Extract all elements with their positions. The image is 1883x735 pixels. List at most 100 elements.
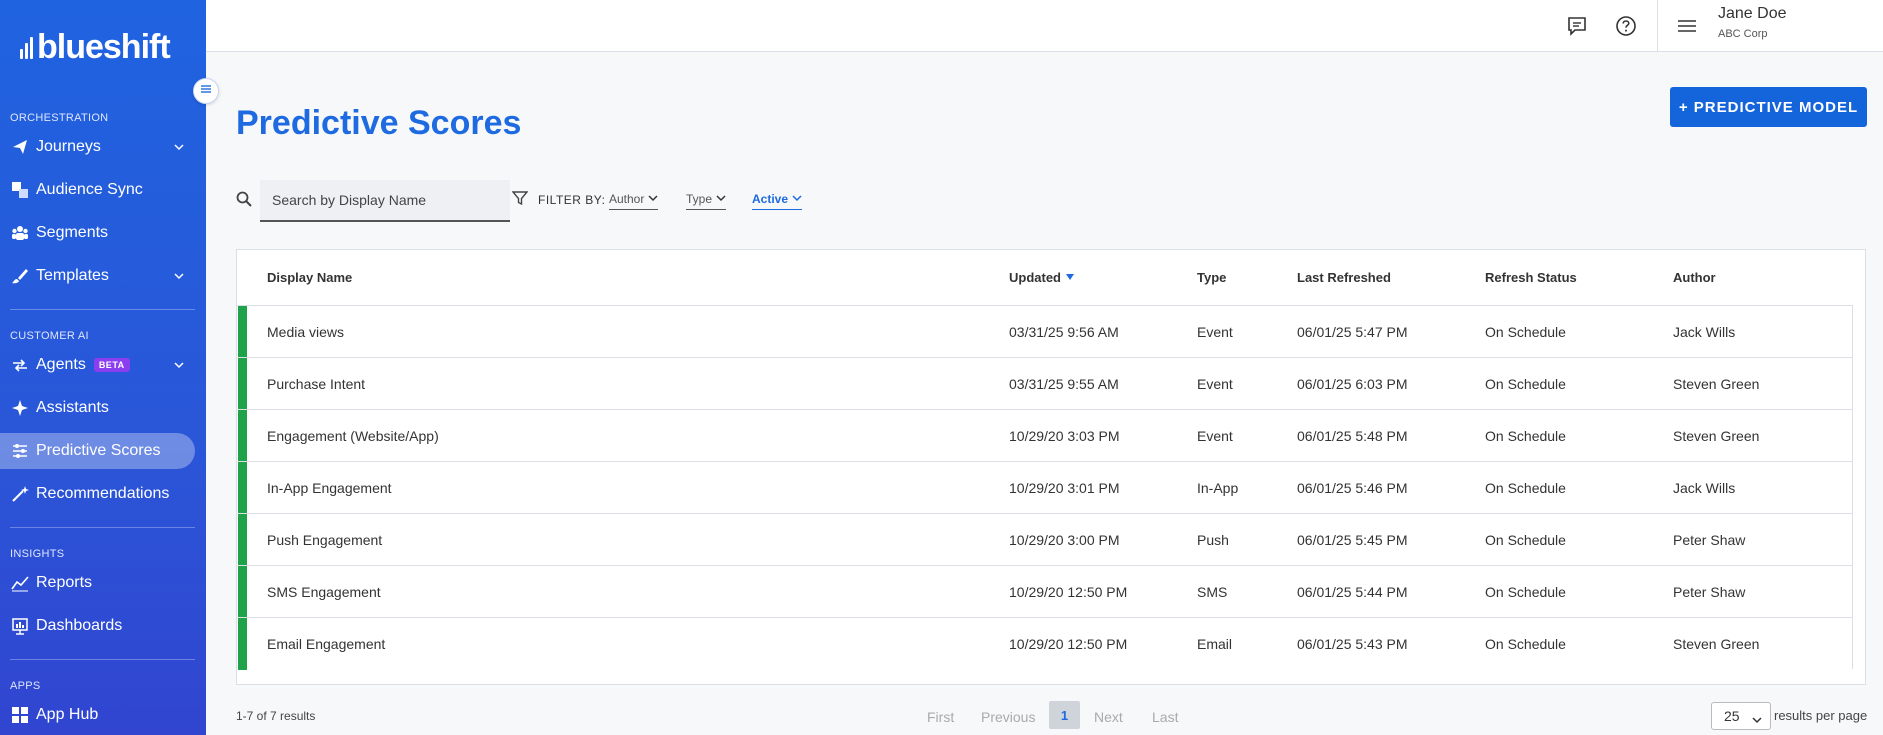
audience-sync-icon	[10, 180, 30, 200]
cell-display-name[interactable]: Engagement (Website/App)	[267, 428, 439, 444]
cell-type: In-App	[1197, 480, 1239, 496]
chevron-down-icon[interactable]	[173, 269, 185, 287]
sparkle-icon	[10, 398, 30, 418]
sidebar-item-predictive-scores[interactable]: Predictive Scores	[0, 433, 195, 469]
per-page-value: 25	[1724, 708, 1740, 724]
column-header-updated[interactable]: Updated	[1009, 270, 1075, 285]
pager-next[interactable]: Next	[1094, 709, 1123, 725]
hamburger-menu-icon[interactable]	[1674, 13, 1700, 39]
cell-last-refreshed: 06/01/25 5:44 PM	[1297, 584, 1408, 600]
menu-lines-icon	[199, 82, 213, 101]
cell-type: SMS	[1197, 584, 1228, 600]
pager-current-page[interactable]: 1	[1049, 701, 1080, 729]
cell-refresh-status: On Schedule	[1485, 428, 1566, 444]
page-title: Predictive Scores	[236, 104, 522, 142]
cell-display-name[interactable]: Media views	[267, 324, 344, 340]
section-customer-ai: CUSTOMER AI	[10, 330, 89, 342]
author-filter-dropdown[interactable]: Author	[609, 192, 659, 210]
brand-logo[interactable]: blueshift	[20, 30, 171, 64]
cell-type: Email	[1197, 636, 1233, 652]
status-indicator	[238, 462, 247, 514]
sidebar-item-recommendations[interactable]: Recommendations	[0, 476, 195, 512]
cell-type: Event	[1197, 376, 1233, 392]
sidebar-item-templates[interactable]: Templates	[0, 258, 195, 294]
beta-badge: BETA	[93, 358, 130, 372]
sidebar-item-label: Predictive Scores	[36, 442, 161, 459]
cell-display-name[interactable]: Push Engagement	[267, 532, 382, 548]
brush-icon	[10, 266, 30, 286]
sidebar-item-dashboards[interactable]: Dashboards	[0, 608, 195, 644]
type-filter-dropdown[interactable]: Type	[686, 192, 727, 210]
column-header-author[interactable]: Author	[1673, 270, 1716, 285]
filter-icon	[511, 190, 529, 211]
predictive-scores-table: Display Name Updated Type Last Refreshed…	[236, 249, 1866, 685]
table-row[interactable]: Push Engagement 10/29/20 3:00 PM Push 06…	[237, 513, 1853, 566]
cell-author: Jack Wills	[1673, 324, 1736, 340]
search-icon	[236, 191, 252, 212]
status-indicator	[238, 514, 247, 566]
status-indicator	[238, 566, 247, 618]
status-indicator	[238, 306, 247, 358]
pager-first[interactable]: First	[927, 709, 954, 725]
cell-updated: 03/31/25 9:55 AM	[1009, 376, 1119, 392]
cell-refresh-status: On Schedule	[1485, 376, 1566, 392]
cell-type: Push	[1197, 532, 1229, 548]
cell-refresh-status: On Schedule	[1485, 584, 1566, 600]
sidebar-item-assistants[interactable]: Assistants	[0, 390, 195, 426]
section-orchestration: ORCHESTRATION	[10, 112, 109, 124]
cell-display-name[interactable]: SMS Engagement	[267, 584, 381, 600]
sidebar-item-reports[interactable]: Reports	[0, 565, 195, 601]
sidebar: blueshift ORCHESTRATION Journeys Audienc…	[0, 0, 206, 735]
user-menu[interactable]: Jane Doe ABC Corp	[1657, 0, 1883, 52]
column-header-display-name[interactable]: Display Name	[267, 270, 352, 285]
sidebar-divider	[10, 527, 195, 528]
top-bar: Jane Doe ABC Corp	[206, 0, 1883, 52]
pager-last[interactable]: Last	[1152, 709, 1178, 725]
sidebar-item-journeys[interactable]: Journeys	[0, 129, 195, 165]
results-count: 1-7 of 7 results	[236, 709, 316, 723]
column-header-type[interactable]: Type	[1197, 270, 1226, 285]
people-icon	[10, 223, 30, 243]
cell-last-refreshed: 06/01/25 6:03 PM	[1297, 376, 1408, 392]
table-row[interactable]: Email Engagement 10/29/20 12:50 PM Email…	[237, 617, 1853, 670]
sidebar-item-segments[interactable]: Segments	[0, 215, 195, 251]
chevron-down-icon	[792, 192, 802, 206]
add-predictive-model-button[interactable]: + PREDICTIVE MODEL	[1670, 87, 1867, 127]
pager-previous[interactable]: Previous	[981, 709, 1035, 725]
table-row[interactable]: SMS Engagement 10/29/20 12:50 PM SMS 06/…	[237, 565, 1853, 618]
sidebar-item-agents[interactable]: Agents BETA	[0, 347, 195, 383]
sliders-icon	[10, 441, 30, 461]
search-input[interactable]	[260, 180, 510, 220]
sidebar-item-audience-sync[interactable]: Audience Sync	[0, 172, 195, 208]
cell-last-refreshed: 06/01/25 5:47 PM	[1297, 324, 1408, 340]
agents-icon	[10, 355, 30, 375]
column-header-refresh-status[interactable]: Refresh Status	[1485, 270, 1577, 285]
chat-icon[interactable]	[1564, 13, 1590, 39]
help-icon[interactable]	[1613, 13, 1639, 39]
logo-bars-icon	[20, 35, 33, 59]
sidebar-item-label: Recommendations	[36, 485, 170, 502]
sidebar-collapse-button[interactable]	[193, 78, 219, 104]
column-header-last-refreshed[interactable]: Last Refreshed	[1297, 270, 1391, 285]
table-row[interactable]: Media views 03/31/25 9:56 AM Event 06/01…	[237, 305, 1853, 358]
cell-updated: 10/29/20 12:50 PM	[1009, 584, 1128, 600]
cell-last-refreshed: 06/01/25 5:45 PM	[1297, 532, 1408, 548]
cell-display-name[interactable]: Email Engagement	[267, 636, 385, 652]
sidebar-item-label: Templates	[36, 267, 109, 284]
table-row[interactable]: Engagement (Website/App) 10/29/20 3:03 P…	[237, 409, 1853, 462]
sidebar-item-label: App Hub	[36, 706, 99, 723]
status-filter-dropdown[interactable]: Active	[752, 192, 803, 210]
chevron-down-icon[interactable]	[173, 140, 185, 158]
cell-updated: 10/29/20 3:01 PM	[1009, 480, 1120, 496]
chevron-down-icon[interactable]	[173, 358, 185, 376]
cell-display-name[interactable]: In-App Engagement	[267, 480, 392, 496]
per-page-select[interactable]: 25	[1711, 702, 1771, 730]
cell-author: Peter Shaw	[1673, 584, 1746, 600]
table-row[interactable]: Purchase Intent 03/31/25 9:55 AM Event 0…	[237, 357, 1853, 410]
sidebar-divider	[10, 309, 195, 310]
sidebar-item-app-hub[interactable]: App Hub	[0, 697, 195, 733]
status-indicator	[238, 358, 247, 410]
sidebar-item-label: Reports	[36, 574, 93, 591]
table-row[interactable]: In-App Engagement 10/29/20 3:01 PM In-Ap…	[237, 461, 1853, 514]
cell-display-name[interactable]: Purchase Intent	[267, 376, 365, 392]
